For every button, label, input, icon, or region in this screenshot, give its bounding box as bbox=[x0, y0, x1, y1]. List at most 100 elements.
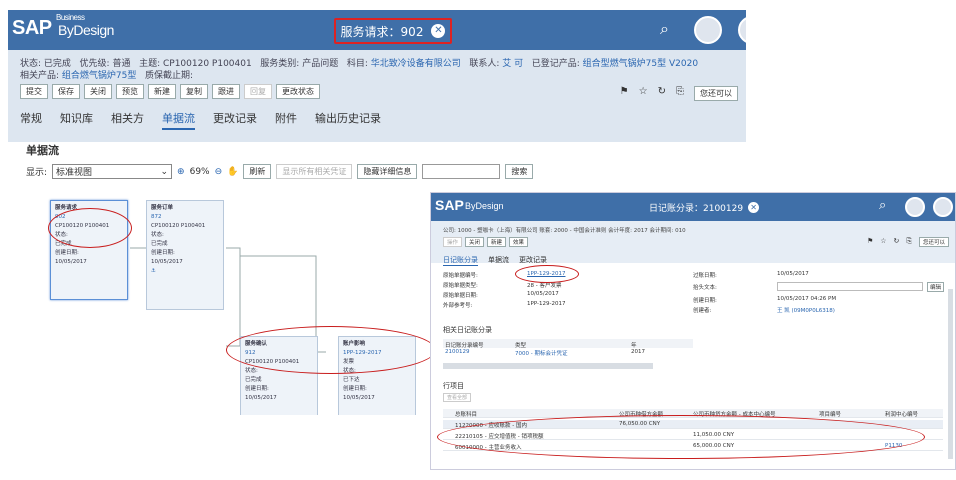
view-all-button[interactable]: 查看全部 bbox=[443, 393, 472, 402]
logo-brand: SAP bbox=[12, 17, 52, 39]
card-line: CP100120 P100401 bbox=[151, 223, 206, 229]
account-label: 科目: bbox=[346, 59, 368, 69]
line-items-title: 行项目 bbox=[443, 382, 464, 390]
display-label: 显示: bbox=[26, 168, 48, 178]
new-button[interactable]: 新建 bbox=[487, 237, 507, 247]
tab-parties[interactable]: 相关方 bbox=[111, 110, 144, 130]
related-entries-table: 日记账分录编号 类型 年 2100129 7000 - 期标会计凭证 2017 bbox=[443, 339, 693, 358]
save-button[interactable]: 保存 bbox=[52, 84, 80, 99]
close-icon[interactable]: ✕ bbox=[748, 202, 760, 213]
sap-logo[interactable]: SAP ByDesign bbox=[435, 197, 504, 213]
card-id-link[interactable]: 872 bbox=[151, 213, 219, 222]
card-line: 10/05/2017 bbox=[151, 259, 183, 265]
entry-id-link[interactable]: 2100129 bbox=[445, 349, 470, 355]
tab-bar: 常规 知识库 相关方 单据流 更改记录 附件 输出历史记录 bbox=[20, 110, 381, 130]
card-title: 服务订单 bbox=[151, 205, 174, 211]
change-status-button[interactable]: 更改状态 bbox=[276, 84, 320, 99]
share-icon[interactable]: ⎘ bbox=[676, 86, 684, 101]
tab-journal-entry[interactable]: 日记账分录 bbox=[443, 255, 478, 266]
col-header: 项目编号 bbox=[819, 412, 842, 418]
field-value-text: 28 - 客户发票 bbox=[527, 283, 562, 289]
refresh-icon[interactable]: ↻ bbox=[658, 86, 666, 101]
copy-button[interactable]: 复制 bbox=[180, 84, 208, 99]
help-icon[interactable] bbox=[738, 16, 746, 44]
tab-output-history[interactable]: 输出历史记录 bbox=[315, 110, 381, 130]
search-icon[interactable]: ⌕ bbox=[660, 19, 669, 39]
created-by-link[interactable]: 王 凯 (09M0P0L6318) bbox=[777, 308, 835, 314]
tab-document-flow[interactable]: 单据流 bbox=[488, 255, 509, 266]
edit-button[interactable]: 编辑 bbox=[927, 282, 945, 292]
effect-button[interactable]: 效果 bbox=[509, 237, 529, 247]
search-button[interactable]: 搜索 bbox=[505, 164, 534, 179]
you-can-also-button[interactable]: 您还可以 bbox=[694, 86, 738, 101]
close-button[interactable]: 关闭 bbox=[84, 84, 112, 99]
you-can-also-button[interactable]: 您还可以 bbox=[918, 237, 949, 247]
pan-hand-icon[interactable]: ✋ bbox=[227, 167, 238, 177]
entry-type-link[interactable]: 7000 - 期标会计凭证 bbox=[515, 349, 567, 357]
new-button[interactable]: 新建 bbox=[148, 84, 176, 99]
card-line: 10/05/2017 bbox=[55, 259, 87, 265]
card-line: 已完成 bbox=[151, 241, 168, 247]
star-icon[interactable]: ☆ bbox=[639, 86, 648, 101]
avatar[interactable] bbox=[694, 16, 722, 44]
hide-details-button[interactable]: 隐藏详细信息 bbox=[357, 164, 418, 179]
zoom-out-icon[interactable]: ⊖ bbox=[215, 167, 223, 177]
show-all-docs-button[interactable]: 显示所有相关凭证 bbox=[276, 164, 353, 179]
account-link[interactable]: 华北致冷设备有限公司 bbox=[371, 59, 461, 69]
zoom-in-icon[interactable]: ⊕ bbox=[177, 167, 185, 177]
header-text-input[interactable] bbox=[777, 282, 923, 291]
card-service-order[interactable]: 服务订单 872 CP100120 P100401 状态: 已完成 创建日期: … bbox=[146, 200, 224, 310]
flag-icon[interactable]: ⚑ bbox=[867, 237, 873, 247]
avatar[interactable] bbox=[905, 197, 925, 217]
close-icon[interactable]: ✕ bbox=[431, 24, 446, 38]
highlight-ellipse bbox=[48, 208, 132, 248]
flow-search-input[interactable] bbox=[422, 164, 501, 179]
highlight-ellipse bbox=[437, 415, 925, 459]
tab-change-log[interactable]: 更改记录 bbox=[213, 110, 257, 130]
tab-general[interactable]: 常规 bbox=[20, 110, 42, 130]
chevron-down-icon: ⌄ bbox=[160, 166, 169, 177]
logo-product: ByDesign bbox=[58, 22, 114, 38]
page-title: 日记账分录：2100129 ✕ bbox=[649, 201, 760, 214]
tab-document-flow[interactable]: 单据流 bbox=[162, 110, 195, 130]
meta-line-2: 相关产品: 组合燃气锅炉75型 质保截止期: bbox=[20, 68, 193, 81]
contact-label: 联系人: bbox=[469, 59, 500, 69]
header-icons: ⚑ ☆ ↻ ⎘ 您还可以 bbox=[867, 237, 949, 247]
field-value-text: 10/05/2017 bbox=[777, 271, 809, 277]
sap-logo[interactable]: SAP Business ByDesign bbox=[12, 13, 114, 40]
related-product-link[interactable]: 组合燃气锅炉75型 bbox=[62, 71, 136, 81]
card-line: 已下达 bbox=[343, 377, 360, 383]
tab-knowledge-base[interactable]: 知识库 bbox=[60, 110, 93, 130]
field-external-ref: 外部参考号: bbox=[443, 301, 472, 309]
refresh-button[interactable]: 刷新 bbox=[243, 164, 272, 179]
flag-icon[interactable]: ⚑ bbox=[620, 86, 629, 101]
view-select[interactable]: 标准视图 ⌄ bbox=[52, 164, 173, 179]
table-row[interactable]: 2100129 7000 - 期标会计凭证 2017 bbox=[443, 348, 693, 358]
actions-button[interactable]: 操作 bbox=[443, 237, 463, 247]
logo-brand: SAP bbox=[435, 197, 464, 213]
reply-button[interactable]: 回复 bbox=[244, 84, 272, 99]
table-header: 日记账分录编号 类型 年 bbox=[443, 339, 693, 349]
search-icon[interactable]: ⌕ bbox=[879, 198, 886, 213]
contact-link[interactable]: 艾 可 bbox=[502, 59, 523, 69]
close-button[interactable]: 关闭 bbox=[465, 237, 485, 247]
preview-button[interactable]: 预览 bbox=[116, 84, 144, 99]
field-label: 过账日期: bbox=[693, 273, 717, 279]
star-icon[interactable]: ☆ bbox=[880, 237, 886, 247]
warranty-label: 质保截止期: bbox=[144, 71, 194, 81]
vertical-scrollbar[interactable] bbox=[948, 289, 953, 459]
help-icon[interactable] bbox=[933, 197, 953, 217]
field-value: 王 凯 (09M0P0L6318) bbox=[777, 306, 835, 314]
tab-bar: 日记账分录 单据流 更改记录 bbox=[443, 255, 547, 266]
submit-button[interactable]: 提交 bbox=[20, 84, 48, 99]
horizontal-scrollbar[interactable] bbox=[443, 363, 653, 369]
registered-product-link[interactable]: 组合型燃气锅炉75型 V2020 bbox=[583, 59, 698, 69]
journal-toolbar: 操作 关闭 新建 效果 bbox=[443, 237, 529, 247]
page-title-text: 服务请求：902 bbox=[340, 24, 424, 39]
expand-icon[interactable]: ⚓ bbox=[151, 267, 219, 276]
highlight-ellipse bbox=[515, 265, 579, 283]
refresh-icon[interactable]: ↻ bbox=[894, 237, 900, 247]
share-icon[interactable]: ⎘ bbox=[906, 237, 912, 247]
follow-up-button[interactable]: 跟进 bbox=[212, 84, 240, 99]
tab-attachments[interactable]: 附件 bbox=[275, 110, 297, 130]
